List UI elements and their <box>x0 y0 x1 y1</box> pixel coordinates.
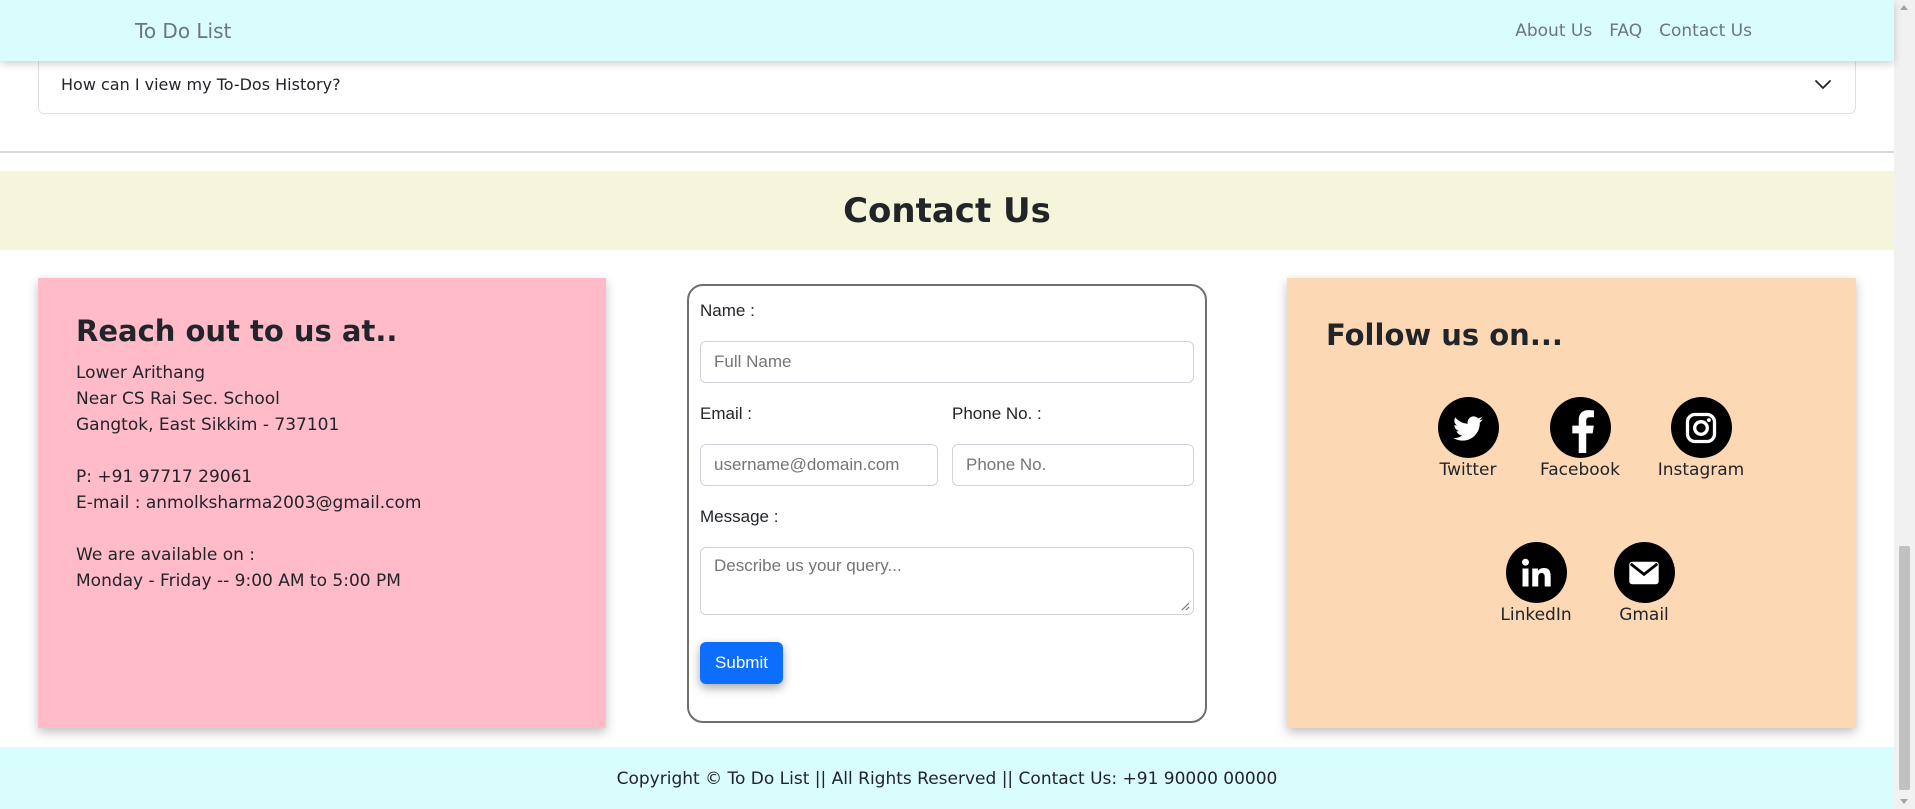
phone-label: Phone No. : <box>952 404 1042 423</box>
email-label: Email : <box>700 404 752 423</box>
page-scrollbar[interactable] <box>1894 0 1915 809</box>
email-text: E-mail : anmolksharma2003@gmail.com <box>76 493 422 513</box>
availability-hours: Monday - Friday -- 9:00 AM to 5:00 PM <box>76 571 401 591</box>
social-instagram[interactable]: Instagram <box>1651 397 1751 480</box>
contact-title: Contact Us <box>843 191 1051 231</box>
name-label: Name : <box>700 301 755 320</box>
brand-link[interactable]: To Do List <box>135 19 231 43</box>
social-label-linkedin: LinkedIn <box>1500 605 1572 625</box>
social-label-gmail: Gmail <box>1619 605 1669 625</box>
social-linkedin[interactable]: LinkedIn <box>1486 542 1586 625</box>
phone-text: P: +91 97717 29061 <box>76 467 253 487</box>
nav-link-contact-us[interactable]: Contact Us <box>1659 21 1752 41</box>
section-divider <box>0 151 1894 153</box>
phone-input[interactable] <box>952 444 1194 486</box>
message-textarea[interactable] <box>700 547 1194 615</box>
gmail-icon <box>1613 542 1675 603</box>
scrollbar-thumb[interactable] <box>1899 546 1910 790</box>
address-line-1: Lower Arithang <box>76 363 206 383</box>
contact-form: Name : Email : Phone No. : Message : Sub… <box>687 284 1207 723</box>
social-label-twitter: Twitter <box>1439 460 1497 480</box>
scroll-down-icon[interactable] <box>1900 799 1908 804</box>
availability-label: We are available on : <box>76 545 256 565</box>
social-gmail[interactable]: Gmail <box>1594 542 1694 625</box>
footer-copyright: Copyright © To Do List || All Rights Res… <box>616 769 1278 789</box>
email-input[interactable] <box>700 444 938 486</box>
submit-button[interactable]: Submit <box>700 642 783 684</box>
chevron-down-icon[interactable] <box>1813 74 1833 94</box>
resize-handle-icon[interactable] <box>1180 601 1190 611</box>
reach-out-card: Reach out to us at.. Lower Arithang Near… <box>38 278 606 728</box>
message-label: Message : <box>700 507 779 526</box>
linkedin-icon <box>1505 542 1567 603</box>
faq-accordion-item[interactable]: How can I view my To-Dos History? <box>38 57 1856 114</box>
address-line-3: Gangtok, East Sikkim - 737101 <box>76 415 340 435</box>
follow-us-card: Follow us on... Twitter Facebook Instagr… <box>1287 278 1856 728</box>
follow-heading: Follow us on... <box>1326 318 1563 352</box>
address-line-2: Near CS Rai Sec. School <box>76 389 280 409</box>
facebook-icon <box>1549 397 1611 458</box>
contact-header-band: Contact Us <box>0 171 1894 250</box>
nav-link-about-us[interactable]: About Us <box>1515 21 1592 41</box>
social-twitter[interactable]: Twitter <box>1418 397 1518 480</box>
twitter-icon <box>1437 397 1499 458</box>
full-name-input[interactable] <box>700 341 1194 383</box>
nav-links: About Us FAQ Contact Us <box>1515 21 1752 41</box>
social-label-instagram: Instagram <box>1657 460 1745 480</box>
faq-question: How can I view my To-Dos History? <box>61 75 341 94</box>
navbar: To Do List About Us FAQ Contact Us <box>0 0 1894 61</box>
social-label-facebook: Facebook <box>1540 460 1620 480</box>
scroll-up-icon[interactable] <box>1900 5 1908 10</box>
social-facebook[interactable]: Facebook <box>1530 397 1630 480</box>
nav-link-faq[interactable]: FAQ <box>1609 21 1642 41</box>
footer: Copyright © To Do List || All Rights Res… <box>0 747 1894 809</box>
instagram-icon <box>1670 397 1732 458</box>
reach-heading: Reach out to us at.. <box>76 314 398 348</box>
